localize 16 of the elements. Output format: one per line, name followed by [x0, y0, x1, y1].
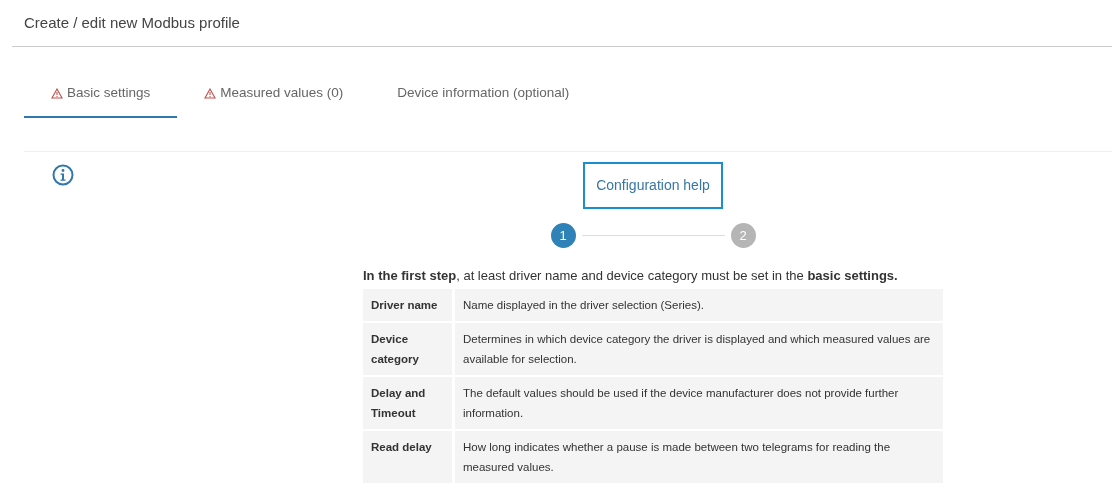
configuration-help-button[interactable]: Configuration help [583, 162, 723, 210]
tab[interactable]: Basic settings [24, 72, 178, 119]
description-cell: How long indicates whether a pause is made between two telegrams for reading the measured values. [455, 430, 943, 483]
intro-text: In the first step, at least driver name and device category must be set in the basic settings. [363, 267, 898, 286]
description-cell: Determines in which device category the driver is displayed and which measured values are available for selection. [455, 322, 943, 375]
step-indicator[interactable]: 1 [550, 223, 576, 249]
term-cell: Delay and Timeout [363, 376, 455, 429]
info-icon[interactable] [52, 164, 74, 186]
tab[interactable]: Measured values (0) [177, 72, 371, 119]
term-cell: Device category [363, 322, 455, 375]
term-cell: Read delay [363, 430, 455, 483]
tab[interactable]: Device information (optional) [370, 72, 597, 119]
description-cell: Name displayed in the driver selection (Series). [455, 288, 943, 321]
term-cell: Driver name [363, 288, 455, 321]
description-cell: The default values should be used if the device manufacturer does not provide further information. [455, 376, 943, 429]
page-title: Create / edit new Modbus profile [24, 13, 241, 33]
